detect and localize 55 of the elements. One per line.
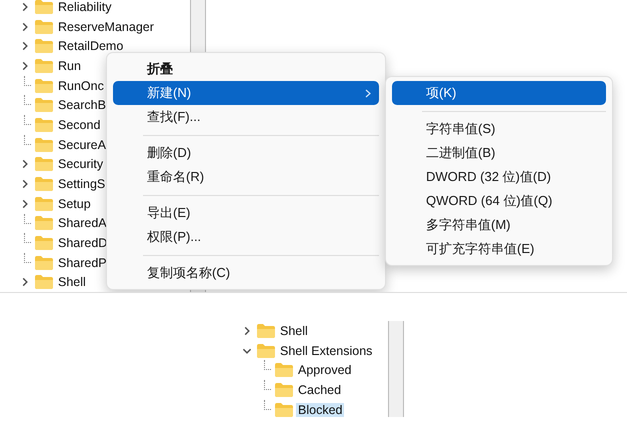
tree-item[interactable]: SearchB [56,98,108,112]
folder-icon [275,363,293,378]
tree-item[interactable]: Setup [56,196,93,211]
folder-icon [35,157,53,172]
folder-icon [35,216,53,230]
tree-item[interactable]: Shell Extensions [278,344,374,358]
menu-item[interactable]: 复制项名称(C) [113,261,379,285]
tree-item[interactable]: SharedD [56,236,110,250]
menu-item[interactable]: 可扩充字符串值(E) [392,237,606,261]
folder-icon [35,256,53,270]
folder-icon [35,177,53,192]
menu-item[interactable]: 字符串值(S) [392,117,606,141]
menu-item[interactable]: 二进制值(B) [392,141,606,165]
tree-item[interactable]: Run [56,58,83,73]
folder-icon [35,39,53,54]
folder-icon [35,118,53,132]
folder-icon [35,236,53,250]
folder-icon [35,138,53,152]
folder-icon [275,382,293,397]
tree-item[interactable]: Second [56,118,102,132]
folder-icon [275,402,293,417]
tree-item[interactable]: Blocked [296,402,344,417]
tree-item[interactable]: Shell [56,275,88,290]
menu-item[interactable]: DWORD (32 位)值(D) [392,165,606,189]
menu-item[interactable]: 多字符串值(M) [392,213,606,237]
folder-icon [35,0,53,14]
tree-item[interactable]: Reliability [56,0,114,14]
folder-icon [35,98,53,112]
folder-icon [257,324,275,338]
tree-item[interactable]: ReserveManager [56,20,156,34]
tree-item[interactable]: Approved [296,363,354,378]
folder-icon [35,196,53,211]
tree-item[interactable]: SharedP [56,256,109,270]
menu-item[interactable]: 导出(E) [113,201,379,225]
folder-icon [35,20,53,34]
tree-item[interactable]: SettingS [56,177,108,192]
tree-item[interactable]: Cached [296,382,344,397]
tree-item[interactable]: SharedA [56,216,109,230]
menu-item[interactable]: 重命名(R) [113,165,379,189]
folder-icon [35,78,53,93]
menu-item[interactable]: 权限(P)... [113,225,379,249]
folder-icon [257,344,275,358]
menu-item[interactable]: 删除(D) [113,141,379,165]
menu-item[interactable]: 新建(N) [113,81,379,105]
tree-item[interactable]: RetailDemo [56,39,126,54]
menu-item[interactable]: QWORD (64 位)值(Q) [392,189,606,213]
menu-item[interactable]: 折叠 [113,57,379,81]
tree-item[interactable]: RunOnc [56,78,106,93]
tree-item[interactable]: Security [56,157,106,172]
menu-item[interactable]: 项(K) [392,81,606,105]
folder-icon [35,275,53,290]
menu-item[interactable]: 查找(F)... [113,105,379,129]
tree-item[interactable]: SecureA [56,138,108,152]
tree-item[interactable]: Shell [278,324,310,338]
folder-icon [35,58,53,73]
